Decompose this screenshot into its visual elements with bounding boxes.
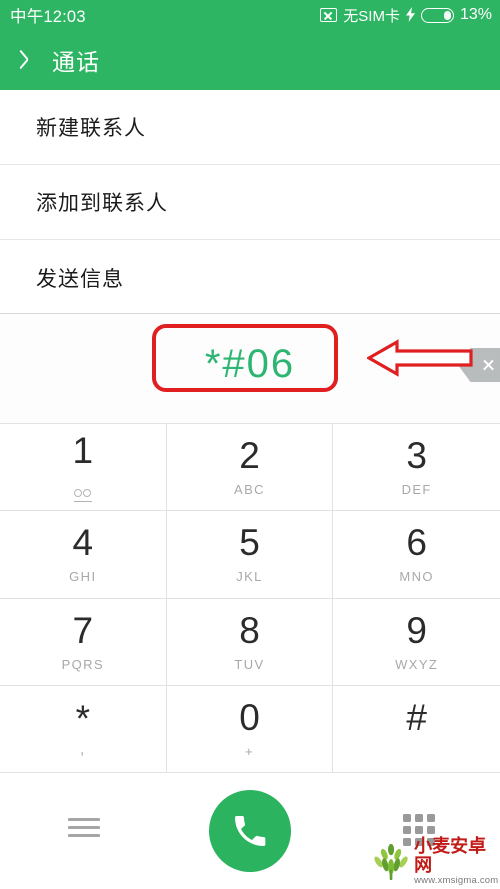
wheat-logo-icon	[374, 843, 408, 881]
key-sublabel: DEF	[401, 482, 432, 498]
status-bar-clock: 中午12:03	[10, 8, 86, 26]
hamburger-line	[68, 818, 100, 821]
key-sublabel: WXYZ	[395, 656, 439, 672]
key-sublabel: GHI	[69, 569, 97, 585]
key-sublabel: TUV	[234, 656, 265, 672]
hamburger-line	[68, 834, 100, 837]
battery-fill	[444, 10, 452, 20]
contact-action-menu: 新建联系人 添加到联系人 发送信息	[0, 90, 500, 314]
key-digit: 2	[239, 435, 260, 477]
key-sublabel: ABC	[234, 482, 265, 498]
sim-status-label: 无SIM卡	[343, 7, 400, 25]
key-digit: 9	[406, 609, 427, 651]
phone-handset-icon	[235, 816, 266, 846]
sim-card-x-icon	[320, 8, 338, 22]
key-7[interactable]: 7 PQRS	[0, 598, 167, 686]
key-0[interactable]: 0 +	[166, 685, 334, 773]
key-sublabel: ,	[80, 741, 86, 759]
lightning-bolt-glyph	[405, 6, 415, 22]
key-1[interactable]: 1	[0, 424, 167, 512]
voicemail-bar	[73, 500, 92, 503]
menu-item-label: 添加到联系人	[36, 192, 168, 215]
hamburger-line	[68, 826, 100, 829]
status-bar: 中午12:03 无SIM卡 13%	[0, 0, 500, 30]
key-digit: 8	[239, 609, 260, 651]
key-digit: 4	[72, 522, 94, 564]
key-2[interactable]: 2 ABC	[166, 424, 334, 512]
menu-item-label: 发送信息	[36, 267, 124, 291]
menu-item-label: 新建联系人	[36, 117, 146, 140]
voicemail-circles	[74, 486, 92, 500]
key-sublabel: PQRS	[61, 656, 105, 672]
key-sublabel: JKL	[236, 569, 263, 585]
hamburger-menu-icon[interactable]	[68, 818, 100, 842]
key-hash[interactable]: #	[333, 685, 500, 773]
app-bar: 通话	[0, 30, 500, 90]
battery-percent-label: 13%	[459, 6, 492, 23]
key-3[interactable]: 3 DEF	[333, 424, 500, 512]
watermark-site-name: 小麦安卓网	[414, 835, 487, 875]
key-digit: 5	[239, 522, 260, 564]
key-digit: 6	[406, 522, 427, 564]
menu-item-add-to-contacts[interactable]: 添加到联系人	[0, 165, 500, 240]
phone-dialer-screen: 中午12:03 无SIM卡 13% 通话 新建联系人 添加到联系人 发送信息 *…	[0, 0, 500, 889]
page-title: 通话	[52, 49, 100, 75]
key-sublabel: MNO	[399, 569, 434, 585]
dial-keypad: 1 2 ABC 3 DEF 4 GHI 5 JKL 6 MNO 7 PQRS 8…	[0, 423, 500, 773]
key-digit: #	[406, 696, 427, 738]
watermark-texts: 小麦安卓网 www.xmsigma.com	[414, 835, 500, 886]
key-digit: 1	[72, 429, 94, 471]
key-digit: 7	[72, 609, 94, 651]
status-bar-indicators: 无SIM卡 13%	[320, 0, 492, 30]
key-digit: 3	[406, 435, 427, 477]
key-digit: *	[75, 698, 91, 740]
watermark-site-url: www.xmsigma.com	[414, 874, 499, 886]
key-digit: 0	[239, 696, 260, 738]
key-star[interactable]: * ,	[0, 685, 167, 773]
dialed-number-text: *#06	[204, 342, 296, 386]
voicemail-icon	[73, 477, 92, 503]
key-5[interactable]: 5 JKL	[166, 511, 334, 599]
lightning-bolt-icon	[405, 6, 415, 24]
key-6[interactable]: 6 MNO	[333, 511, 500, 599]
watermark: 小麦安卓网 www.xmsigma.com	[371, 835, 500, 886]
menu-item-new-contact[interactable]: 新建联系人	[0, 90, 500, 165]
key-8[interactable]: 8 TUV	[166, 598, 334, 686]
menu-item-send-message[interactable]: 发送信息	[0, 240, 500, 314]
key-9[interactable]: 9 WXYZ	[333, 598, 500, 686]
call-button[interactable]	[209, 790, 291, 872]
dial-number-display[interactable]: *#06	[0, 314, 500, 423]
chevron-left-icon[interactable]	[12, 45, 42, 75]
battery-icon	[420, 7, 454, 23]
key-sublabel: +	[244, 743, 254, 759]
key-4[interactable]: 4 GHI	[0, 511, 167, 599]
